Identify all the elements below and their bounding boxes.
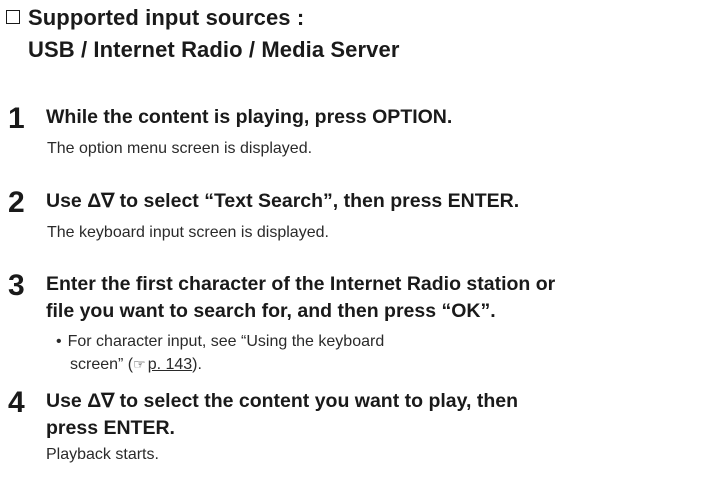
step-title: Use Δ∇ to select the content you want to… xyxy=(46,388,518,442)
bullet-text-line-2-suffix: ). xyxy=(192,356,202,373)
step-description: The option menu screen is displayed. xyxy=(47,140,313,157)
step-title: Use Δ∇ to select “Text Search”, then pre… xyxy=(46,190,520,212)
step-title-line-2: file you want to search for, and then pr… xyxy=(46,300,496,322)
page-reference-link[interactable]: p. 143 xyxy=(148,356,192,373)
step-description: Playback starts. xyxy=(46,446,159,463)
step-number: 1 xyxy=(8,102,25,135)
step-title-line-1: Enter the first character of the Interne… xyxy=(46,273,556,295)
section-heading: Supported input sources : USB / Internet… xyxy=(6,2,399,66)
step-number: 2 xyxy=(8,186,25,219)
step-description: The keyboard input screen is displayed. xyxy=(47,224,329,241)
step-title-line-1: Use Δ∇ to select the content you want to… xyxy=(46,390,519,412)
bullet-item: • For character input, see “Using the key… xyxy=(56,331,384,376)
step-title-line-2: press ENTER. xyxy=(46,417,175,439)
bullet-dot-icon: • xyxy=(56,333,62,350)
heading-line-2: USB / Internet Radio / Media Server xyxy=(28,37,400,62)
checkbox-icon xyxy=(6,10,20,24)
step-number: 3 xyxy=(8,269,25,302)
step-number: 4 xyxy=(8,386,25,419)
bullet-text-line-2-prefix: screen” ( xyxy=(70,356,134,373)
hand-pointer-icon: ☞ xyxy=(133,356,146,372)
step-title: Enter the first character of the Interne… xyxy=(46,271,555,325)
bullet-text-line-1: For character input, see “Using the keyb… xyxy=(67,333,385,350)
heading-line-1: Supported input sources : xyxy=(28,5,305,30)
step-title: While the content is playing, press OPTI… xyxy=(46,106,453,128)
